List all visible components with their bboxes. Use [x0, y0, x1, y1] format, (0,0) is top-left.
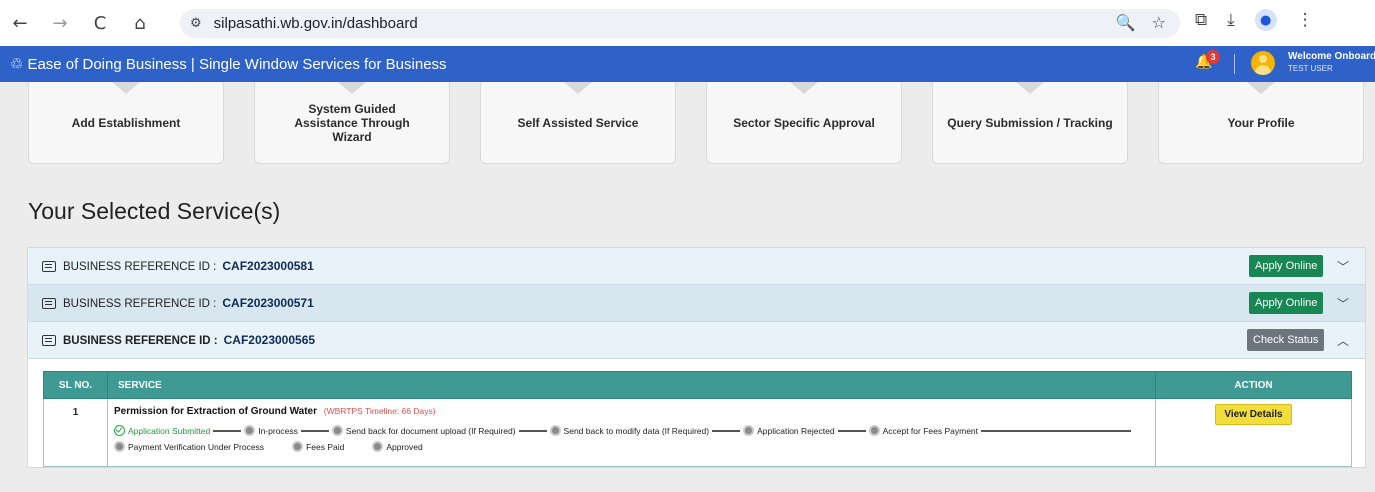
avatar[interactable]	[1251, 51, 1275, 75]
ref-label: BUSINESS REFERENCE ID : CAF2023000565	[63, 333, 316, 347]
apply-online-button[interactable]: Apply Online	[1249, 255, 1324, 277]
bookmark-star-icon[interactable]: ☆	[1152, 13, 1166, 32]
card-self-assisted-service[interactable]: Self Assisted Service	[480, 82, 676, 164]
list-icon	[42, 260, 56, 272]
user-name: TEST USER	[1288, 64, 1333, 73]
card-label: Query Submission / Tracking	[947, 115, 1113, 130]
step-item: Payment Verification Under Process	[114, 441, 264, 452]
profile-icon[interactable]: ●	[1254, 9, 1277, 31]
card-notch	[1016, 82, 1044, 94]
forward-icon[interactable]: →	[46, 9, 74, 37]
list-icon	[42, 334, 56, 346]
ref-label: BUSINESS REFERENCE ID : CAF2023000571	[63, 296, 314, 310]
list-icon	[42, 297, 56, 309]
services-table: SL NO. SERVICE ACTION 1 Permission for E…	[43, 371, 1352, 467]
app-header: ♲ Ease of Doing Business | Single Window …	[0, 46, 1375, 82]
status-dot-icon	[743, 425, 755, 436]
card-label: Sector Specific Approval	[733, 115, 875, 130]
accordion-row[interactable]: BUSINESS REFERENCE ID : CAF2023000565 Che…	[28, 322, 1365, 359]
ref-label: BUSINESS REFERENCE ID : CAF2023000581	[63, 259, 314, 273]
status-dot-icon	[331, 425, 343, 436]
step-item: Send back for document upload (If Requir…	[331, 425, 516, 436]
step-connector	[518, 429, 547, 432]
col-sl: SL NO.	[43, 371, 108, 399]
download-icon[interactable]: ⤓	[1227, 10, 1235, 30]
status-steps: Application Submitted In-process Send ba…	[114, 425, 1154, 452]
home-icon[interactable]: ⌂	[126, 9, 154, 37]
card-label: Self Assisted Service	[517, 115, 639, 130]
step-item: In-process	[244, 425, 298, 436]
address-bar[interactable]: ⚙ silpasathi.wb.gov.in/dashboard 🔍 ☆	[180, 9, 1180, 38]
step-connector	[300, 429, 329, 432]
zoom-icon[interactable]: 🔍	[1116, 13, 1136, 32]
timeline-text: (WBRTPS Timeline: 66 Days)	[323, 406, 436, 416]
cell-service: Permission for Extraction of Ground Wate…	[107, 398, 1156, 467]
status-dot-icon	[372, 441, 384, 452]
card-label: System Guided Assistance Through Wizard	[294, 101, 410, 144]
service-name: Permission for Extraction of Ground Wate…	[114, 406, 317, 417]
status-dot-icon	[114, 441, 125, 452]
browser-menu-icon[interactable]: ⋮	[1297, 10, 1314, 30]
accordion-row[interactable]: BUSINESS REFERENCE ID : CAF2023000581 App…	[28, 248, 1365, 285]
card-label: Your Profile	[1227, 115, 1295, 130]
status-dot-icon	[549, 425, 561, 436]
app-title: ♲ Ease of Doing Business | Single Window …	[10, 55, 447, 73]
step-connector	[213, 429, 242, 432]
welcome-text[interactable]: Welcome Onboard	[1288, 51, 1375, 62]
browser-toolbar: ← → C ⌂ ⚙ silpasathi.wb.gov.in/dashboard…	[0, 0, 1375, 46]
step-connector	[837, 429, 866, 432]
site-settings-icon[interactable]: ⚙	[190, 16, 202, 31]
card-notch	[1247, 82, 1275, 94]
step-item: Approved	[372, 441, 423, 452]
chevron-down-icon[interactable]: ﹀	[1337, 258, 1349, 275]
selected-services-panel: BUSINESS REFERENCE ID : CAF2023000581 App…	[27, 247, 1366, 468]
logo-icon: ♲	[10, 55, 24, 73]
col-action: ACTION	[1155, 371, 1352, 399]
header-divider	[1234, 54, 1235, 74]
ref-id: CAF2023000565	[223, 333, 316, 347]
step-item: Application Submitted	[114, 425, 210, 436]
card-notch	[338, 82, 366, 94]
card-label: Add Establishment	[71, 115, 181, 130]
card-system-guided-assistance[interactable]: System Guided Assistance Through Wizard	[254, 82, 450, 164]
status-dot-icon	[868, 425, 880, 436]
step-item: Send back to modify data (If Required)	[549, 425, 709, 436]
chevron-down-icon[interactable]: ﹀	[1337, 295, 1349, 312]
step-item: Fees Paid	[292, 441, 344, 452]
reload-icon[interactable]: C	[86, 9, 114, 37]
card-sector-specific-approval[interactable]: Sector Specific Approval	[706, 82, 902, 164]
view-details-button[interactable]: View Details	[1215, 404, 1292, 425]
check-status-button[interactable]: Check Status	[1247, 329, 1325, 351]
table-row: 1 Permission for Extraction of Ground Wa…	[43, 398, 1352, 467]
card-query-submission[interactable]: Query Submission / Tracking	[932, 82, 1128, 164]
apply-online-button[interactable]: Apply Online	[1249, 292, 1324, 314]
card-add-establishment[interactable]: Add Establishment	[28, 82, 224, 164]
address-url[interactable]: silpasathi.wb.gov.in/dashboard	[214, 15, 418, 32]
status-dot-icon	[292, 441, 304, 452]
accordion-row[interactable]: BUSINESS REFERENCE ID : CAF2023000571 App…	[28, 285, 1365, 322]
accordion-body: SL NO. SERVICE ACTION 1 Permission for E…	[28, 359, 1365, 467]
ref-id: CAF2023000571	[222, 296, 314, 310]
step-item: Application Rejected	[743, 425, 835, 436]
card-notch	[112, 82, 140, 94]
check-icon	[114, 425, 125, 436]
app-title-text: Ease of Doing Business | Single Window S…	[27, 56, 447, 73]
chevron-up-icon[interactable]: ︿	[1337, 332, 1349, 349]
card-your-profile[interactable]: Your Profile	[1158, 82, 1364, 164]
card-notch	[790, 82, 818, 94]
ref-id: CAF2023000581	[222, 259, 314, 273]
section-title: Your Selected Service(s)	[28, 198, 281, 224]
cell-action: View Details	[1155, 398, 1352, 467]
step-item: Accept for Fees Payment	[868, 425, 978, 436]
step-connector	[981, 429, 1132, 432]
card-notch	[564, 82, 592, 94]
step-connector	[712, 429, 741, 432]
cell-sl: 1	[43, 398, 108, 467]
status-dot-icon	[244, 425, 256, 436]
col-service: SERVICE	[107, 371, 1156, 399]
back-icon[interactable]: ←	[6, 9, 34, 37]
extensions-icon[interactable]: ⧉	[1195, 10, 1207, 30]
notification-badge[interactable]: 3	[1206, 50, 1220, 64]
